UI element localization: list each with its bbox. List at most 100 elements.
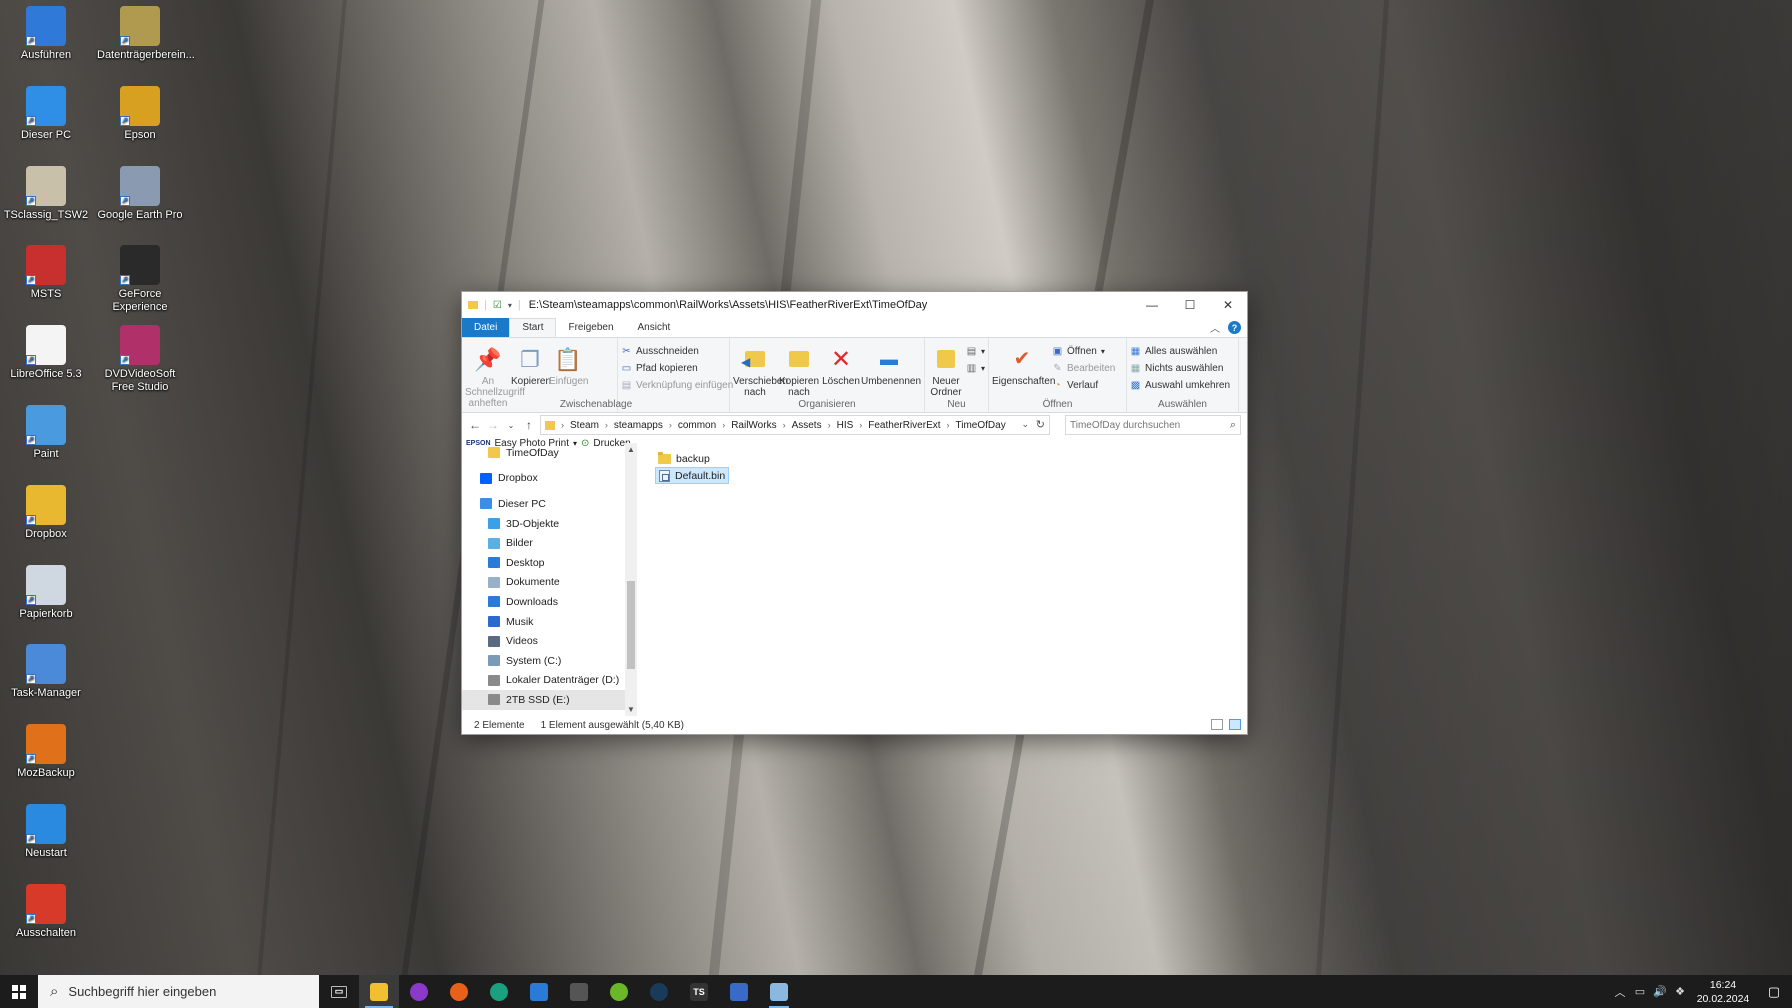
breadcrumb-separator-icon[interactable]: › [722,420,725,430]
taskbar-app-button[interactable] [399,975,439,1008]
address-bar[interactable]: › Steam › steamapps › common › RailWorks › Asset… [540,415,1050,435]
breadcrumb-item[interactable]: FeatherRiverExt [868,420,940,431]
desktop-icon-run-icon[interactable]: ↗ Ausführen [3,6,89,62]
taskbar-search[interactable]: ⌕ Suchbegriff hier eingeben [38,975,319,1008]
folder-item[interactable]: backup [655,450,713,467]
nav-item[interactable]: Downloads [462,592,637,612]
breadcrumb-item[interactable]: RailWorks [731,420,776,431]
taskbar-app-button[interactable] [599,975,639,1008]
desktop-icon-dropbox-folder-icon[interactable]: ↗ Dropbox [3,484,89,541]
desktop-icon-document-icon[interactable]: ↗ LibreOffice 5.3 [3,325,89,381]
nav-item[interactable]: Musik [462,612,637,632]
taskbar-app-button[interactable]: TS [679,975,719,1008]
paste-shortcut-button[interactable]: ▤ Verknüpfung einfügen [621,378,734,392]
desktop-icon-geforce-icon[interactable]: ↗ GeForce Experience [97,245,183,314]
taskbar-app-button[interactable] [559,975,599,1008]
scroll-down-icon[interactable]: ▼ [625,705,637,714]
open-button[interactable]: ▣ Öffnen ▾ [1052,344,1115,358]
large-icons-view-icon[interactable] [1229,719,1241,730]
new-item-button[interactable]: ▤ ▾ [966,344,985,358]
nav-item[interactable]: TimeOfDay [462,443,637,463]
navigation-scrollbar[interactable]: ▲ ▼ [625,443,637,716]
desktop-icon-disk-cleanup-icon[interactable]: ↗ Datenträgerberein... [97,6,195,62]
breadcrumb-separator-icon[interactable]: › [859,420,862,430]
taskbar-app-button[interactable]: ▭ [319,975,359,1008]
dropbox-tray-icon[interactable]: ❖ [1670,985,1690,998]
help-icon[interactable]: ? [1228,321,1241,334]
nav-item[interactable]: Bilder [462,533,637,553]
select-none-button[interactable]: ▦ Nichts auswählen [1130,361,1230,375]
maximize-button[interactable]: ☐ [1171,292,1209,318]
edit-button[interactable]: ✎ Bearbeiten [1052,361,1115,375]
search-input[interactable]: TimeOfDay durchsuchen ⌕ [1065,415,1241,435]
breadcrumb-separator-icon[interactable]: › [783,420,786,430]
nav-item[interactable]: System (C:) [462,651,637,671]
breadcrumb-item[interactable]: common [678,420,716,431]
title-bar[interactable]: | ☑ ▾ | E:\Steam\steamapps\common\RailWo… [462,292,1247,318]
start-button[interactable] [0,975,38,1008]
copy-path-button[interactable]: ▭ Pfad kopieren [621,361,733,375]
taskbar-app-button[interactable] [519,975,559,1008]
invert-selection-button[interactable]: ▩ Auswahl umkehren [1130,378,1230,392]
up-icon[interactable]: ↑ [522,418,536,432]
back-icon[interactable]: ← [468,418,482,432]
desktop-icon-ts-icon[interactable]: ↗ TSclassig_TSW2 [3,165,89,222]
taskbar-app-button[interactable] [719,975,759,1008]
taskbar-app-button[interactable] [639,975,679,1008]
refresh-icon[interactable]: ↻ [1036,418,1045,431]
desktop-icon-epson-icon[interactable]: ↗ Epson [97,85,183,142]
nav-item[interactable]: 2TB SSD (E:) [462,690,625,710]
scrollbar-thumb[interactable] [627,581,635,669]
breadcrumb-item[interactable]: steamapps [614,420,663,431]
customize-dropdown-icon[interactable]: ▾ [508,301,512,310]
nav-item[interactable]: 3D-Objekte [462,514,637,534]
notification-center-icon[interactable]: ▢ [1756,984,1792,1000]
cut-button[interactable]: ✂ Ausschneiden [621,344,733,358]
details-view-icon[interactable] [1211,719,1223,730]
taskbar-app-button[interactable] [439,975,479,1008]
desktop-icon-mozbackup-icon[interactable]: ↗ MozBackup [3,724,89,780]
tab-share[interactable]: Freigeben [556,318,625,337]
minimize-button[interactable]: — [1133,292,1171,318]
forward-icon[interactable]: → [486,418,500,432]
breadcrumb-separator-icon[interactable]: › [669,420,672,430]
desktop-icon-paint-icon[interactable]: ↗ Paint [3,405,89,461]
nav-item[interactable]: Desktop [462,553,637,573]
tab-view[interactable]: Ansicht [626,318,683,337]
show-hidden-icons-icon[interactable]: ︿ [1610,984,1630,1000]
navigation-pane[interactable]: TimeOfDay Dropbox Dieser PC 3D-Objekte Bilde… [462,443,637,716]
clock[interactable]: 16:24 20.02.2024 [1690,978,1756,1006]
volume-icon[interactable]: 🔊 [1650,985,1670,998]
close-button[interactable]: ✕ [1209,292,1247,318]
network-icon[interactable]: ▭ [1630,985,1650,998]
desktop-icon-task-manager-icon[interactable]: ↗ Task-Manager [3,644,89,700]
nav-item[interactable]: Dokumente [462,573,637,593]
breadcrumb-item[interactable]: TimeOfDay [956,420,1006,431]
breadcrumb-item[interactable]: Steam [570,420,599,431]
breadcrumb-separator-icon[interactable]: › [828,420,831,430]
breadcrumb-item[interactable]: HIS [837,420,854,431]
nav-item[interactable]: Lokaler Datenträger (D:) [462,671,637,691]
desktop-icon-restart-icon[interactable]: ↗ Neustart [3,804,89,860]
easy-access-button[interactable]: ▥ ▾ [966,361,985,375]
collapse-ribbon-icon[interactable]: ︿ [1210,320,1220,335]
desktop-icon-fs-icon[interactable]: ↗ DVDVideoSoft Free Studio [97,325,183,394]
tab-start[interactable]: Start [509,318,557,337]
file-explorer-window[interactable]: | ☑ ▾ | E:\Steam\steamapps\common\RailWo… [461,291,1248,735]
file-item[interactable]: Default.bin [655,467,730,484]
breadcrumb-separator-icon[interactable]: › [947,420,950,430]
breadcrumb-item[interactable]: Assets [792,420,822,431]
desktop-icon-recycle-bin-icon[interactable]: ↗ Papierkorb [3,564,89,621]
nav-item[interactable]: Videos [462,631,637,651]
breadcrumb-separator-icon[interactable]: › [605,420,608,430]
desktop-icon-google-earth-icon[interactable]: ↗ Google Earth Pro [97,165,183,222]
file-list[interactable]: backup Default.bin [637,443,1247,716]
nav-item[interactable]: Dropbox [462,469,637,489]
desktop-icon-msts-icon[interactable]: ↗ MSTS [3,245,89,301]
taskbar-app-button[interactable] [359,975,399,1008]
properties-check-icon[interactable]: ☑ [493,300,502,311]
tab-file[interactable]: Datei [462,318,510,337]
desktop-icon-power-icon[interactable]: ↗ Ausschalten [3,883,89,940]
address-dropdown-icon[interactable]: ⌄ [1021,419,1029,430]
desktop-icon-computer-icon[interactable]: ↗ Dieser PC [3,85,89,142]
